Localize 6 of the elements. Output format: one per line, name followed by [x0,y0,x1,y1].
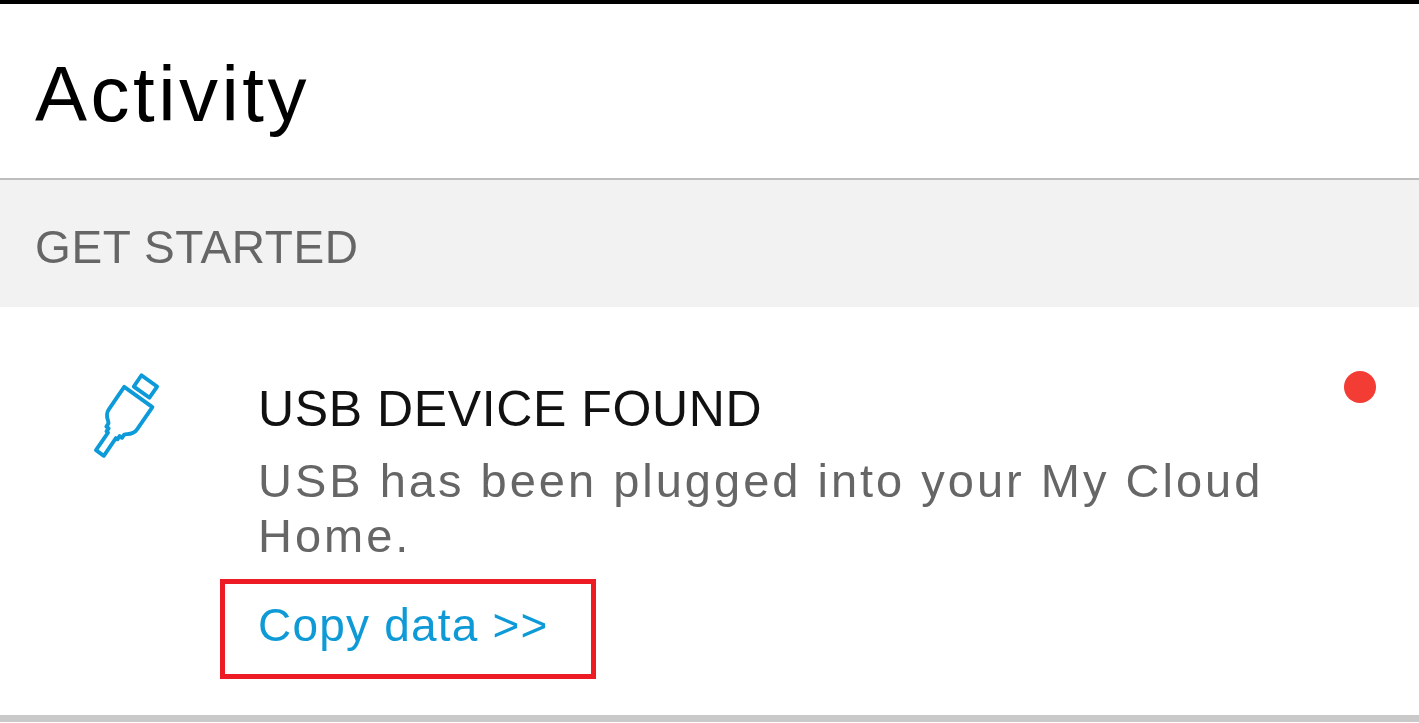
usb-plug-icon [93,372,160,459]
notification-message: USB has been plugged into your My Cloud Home. [258,453,1265,563]
page-title: Activity [35,49,311,140]
copy-data-link[interactable]: Copy data >> [258,598,549,653]
section-title: GET STARTED [35,220,359,275]
notification-title: USB DEVICE FOUND [258,380,763,439]
